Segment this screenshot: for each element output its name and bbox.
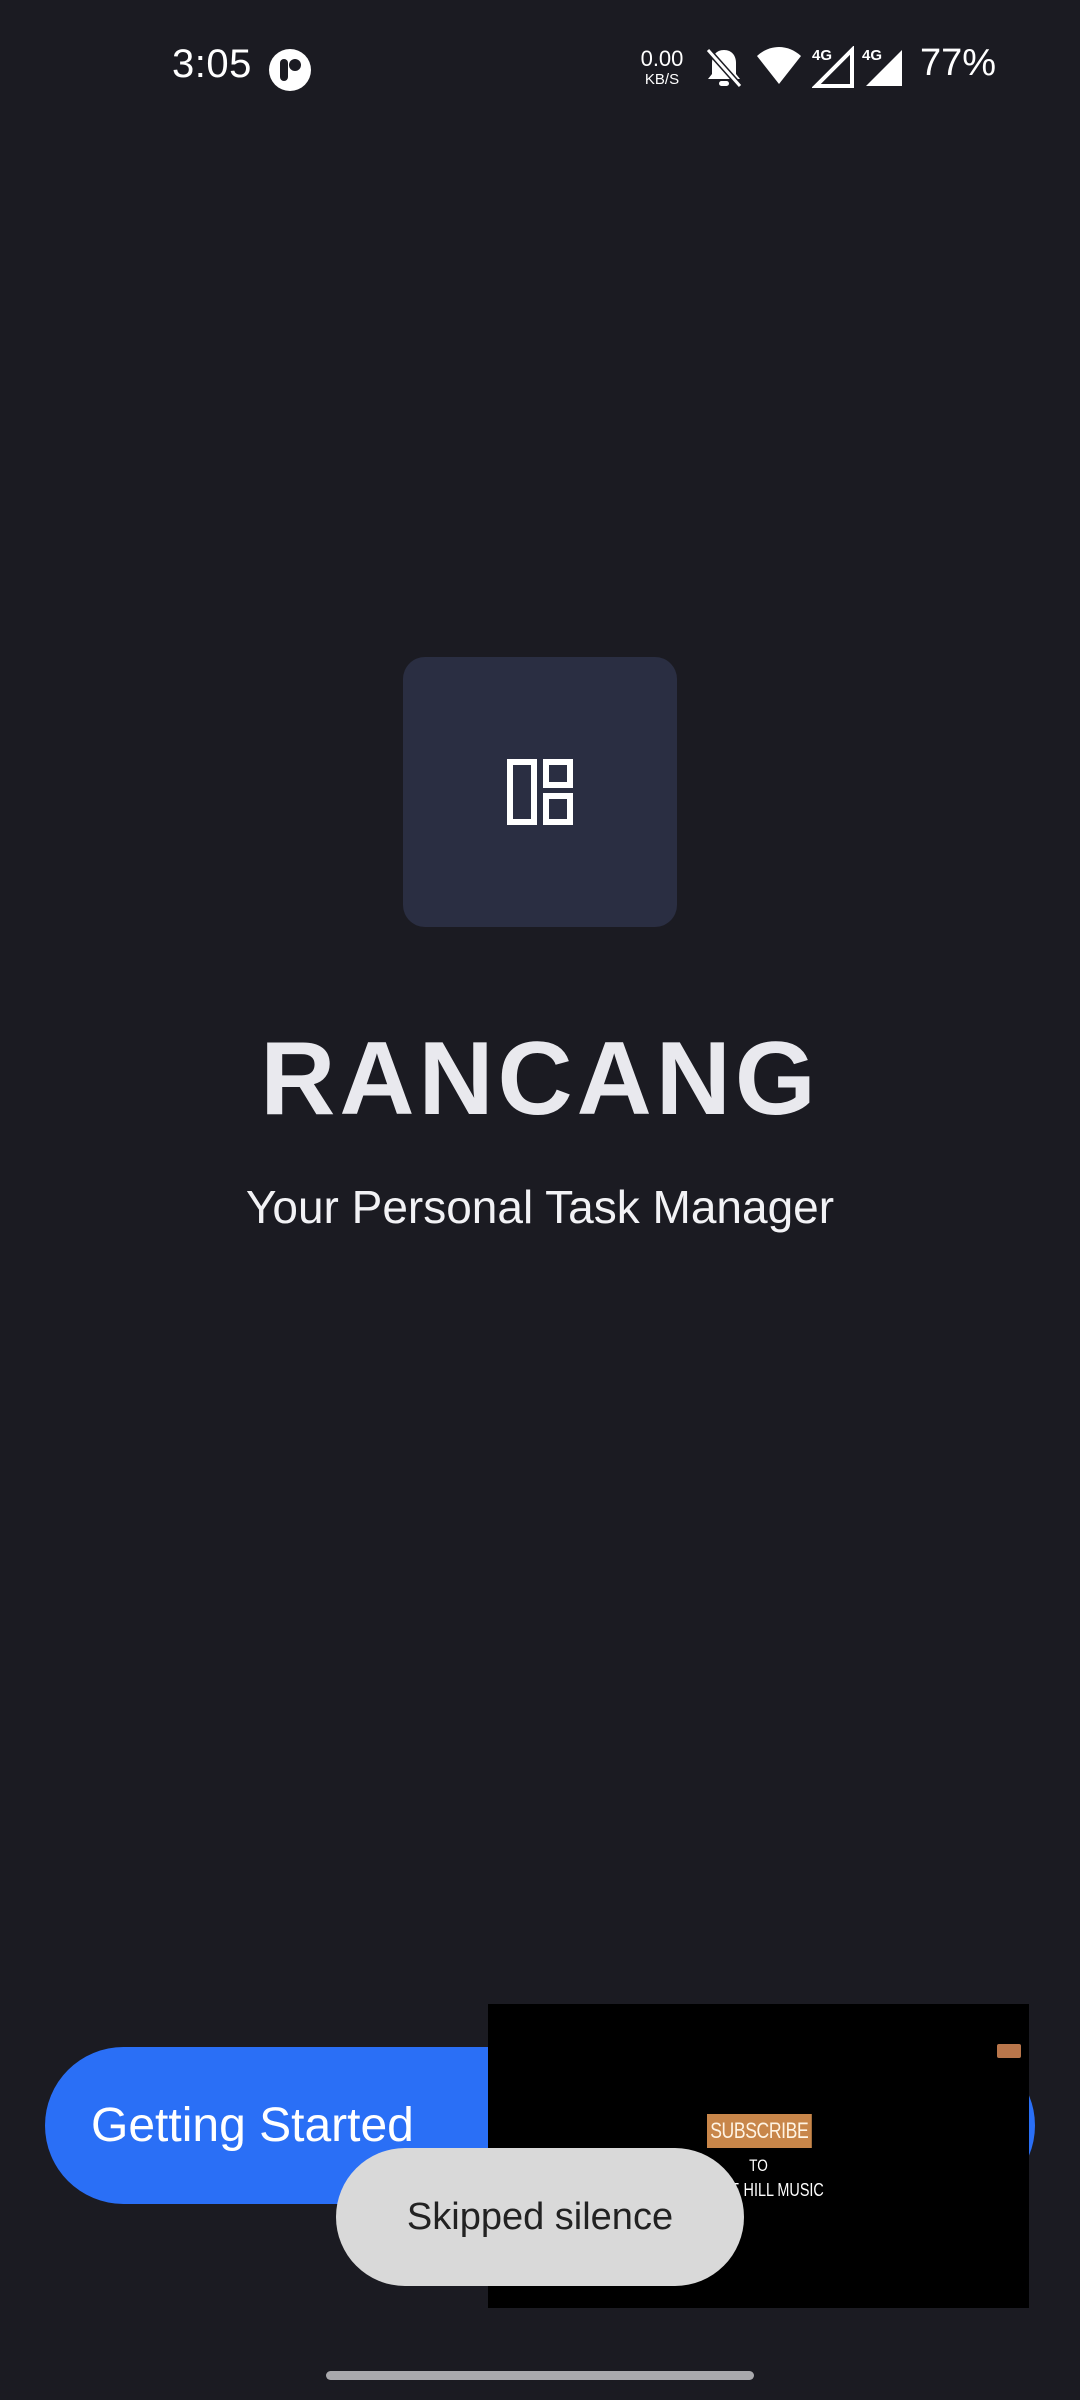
screen: 3:05 0.00 KB/S 4G 4G 77% RANCANG Your Pe…	[0, 0, 1080, 2400]
toast-message: Skipped silence	[336, 2148, 744, 2286]
app-subtitle: Your Personal Task Manager	[245, 1181, 835, 1233]
status-bar: 3:05 0.00 KB/S 4G 4G 77%	[0, 0, 1080, 140]
wifi-icon	[756, 46, 802, 91]
network-speed-unit: KB/S	[644, 71, 680, 88]
network-type-1: 4G	[812, 47, 832, 64]
app-title: RANCANG	[260, 1021, 820, 1137]
pip-channel-logo	[997, 2044, 1021, 2058]
battery-level: 77%	[920, 42, 997, 84]
network-type-2: 4G	[862, 47, 882, 64]
bell-off-icon	[704, 46, 744, 95]
status-time: 3:05	[172, 42, 252, 86]
app-logo-tile	[403, 657, 677, 927]
signal-icon-1: 4G	[811, 45, 856, 93]
app-notification-icon	[268, 48, 312, 92]
signal-icon-2: 4G	[862, 46, 906, 93]
dashboard-icon	[507, 759, 573, 825]
pip-subscribe-banner: SUBSCRIBE	[707, 2114, 812, 2148]
gesture-nav-handle[interactable]	[326, 2371, 754, 2380]
network-speed: 0.00 KB/S	[634, 46, 690, 88]
network-speed-value: 0.00	[640, 46, 684, 71]
